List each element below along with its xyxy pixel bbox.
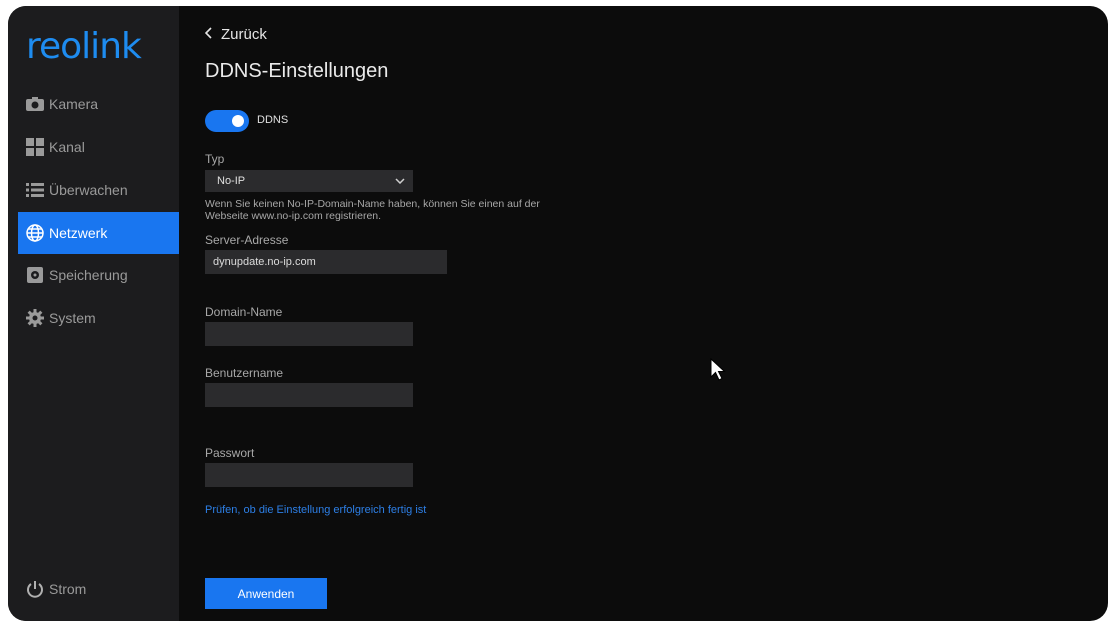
- username-label: Benutzername: [205, 366, 284, 380]
- page-title: DDNS-Einstellungen: [205, 60, 389, 82]
- back-label: Zurück: [221, 26, 267, 43]
- sidebar-item-label: Netzwerk: [49, 225, 108, 241]
- reolink-logo: reolink: [26, 26, 142, 67]
- sidebar-item-kanal[interactable]: Kanal: [18, 126, 179, 168]
- power-button[interactable]: Strom: [18, 568, 179, 610]
- main-panel: Zurück DDNS-Einstellungen DDNS Typ No-IP…: [179, 6, 1108, 621]
- mouse-cursor-icon: [710, 357, 726, 387]
- chevron-down-icon: [395, 175, 405, 187]
- sidebar-item-netzwerk[interactable]: Netzwerk: [18, 212, 179, 254]
- toggle-knob: [232, 115, 244, 127]
- power-label: Strom: [49, 581, 87, 597]
- username-field[interactable]: [205, 383, 413, 407]
- sidebar-item-label: Kamera: [49, 96, 99, 112]
- ddns-toggle[interactable]: [205, 110, 249, 132]
- back-button[interactable]: Zurück: [204, 26, 267, 43]
- domain-name-field[interactable]: [205, 322, 413, 346]
- server-address-field[interactable]: dynupdate.no-ip.com: [205, 250, 447, 274]
- sidebar-item-label: Kanal: [49, 139, 85, 155]
- sidebar-item-system[interactable]: System: [18, 297, 179, 339]
- grid-icon: [26, 138, 44, 156]
- password-field[interactable]: [205, 463, 413, 487]
- sidebar-item-kamera[interactable]: Kamera: [18, 83, 179, 125]
- type-label: Typ: [205, 152, 225, 166]
- password-label: Passwort: [205, 446, 255, 460]
- power-icon: [26, 580, 44, 598]
- apply-button[interactable]: Anwenden: [205, 578, 327, 609]
- no-ip-hint: Wenn Sie keinen No-IP-Domain-Name haben,…: [205, 198, 540, 222]
- chevron-left-icon: [204, 26, 213, 43]
- list-icon: [26, 181, 44, 199]
- server-label: Server-Adresse: [205, 233, 289, 247]
- sidebar-item-ueberwachen[interactable]: Überwachen: [18, 169, 179, 211]
- storage-icon: [26, 266, 44, 284]
- sidebar-item-label: Überwachen: [49, 182, 128, 198]
- gear-icon: [26, 309, 44, 327]
- sidebar: reolink Kamera Kanal Überwachen Netzwerk: [8, 6, 179, 621]
- ddns-toggle-label: DDNS: [257, 114, 289, 126]
- type-select-value: No-IP: [217, 175, 246, 187]
- app-window: reolink Kamera Kanal Überwachen Netzwerk: [8, 6, 1108, 621]
- camera-icon: [26, 95, 44, 113]
- domain-label: Domain-Name: [205, 305, 283, 319]
- sidebar-item-label: Speicherung: [49, 267, 128, 283]
- sidebar-item-speicherung[interactable]: Speicherung: [18, 254, 179, 296]
- sidebar-item-label: System: [49, 310, 96, 326]
- check-settings-link[interactable]: Prüfen, ob die Einstellung erfolgreich f…: [205, 504, 426, 516]
- type-select[interactable]: No-IP: [205, 170, 413, 192]
- globe-icon: [26, 224, 44, 242]
